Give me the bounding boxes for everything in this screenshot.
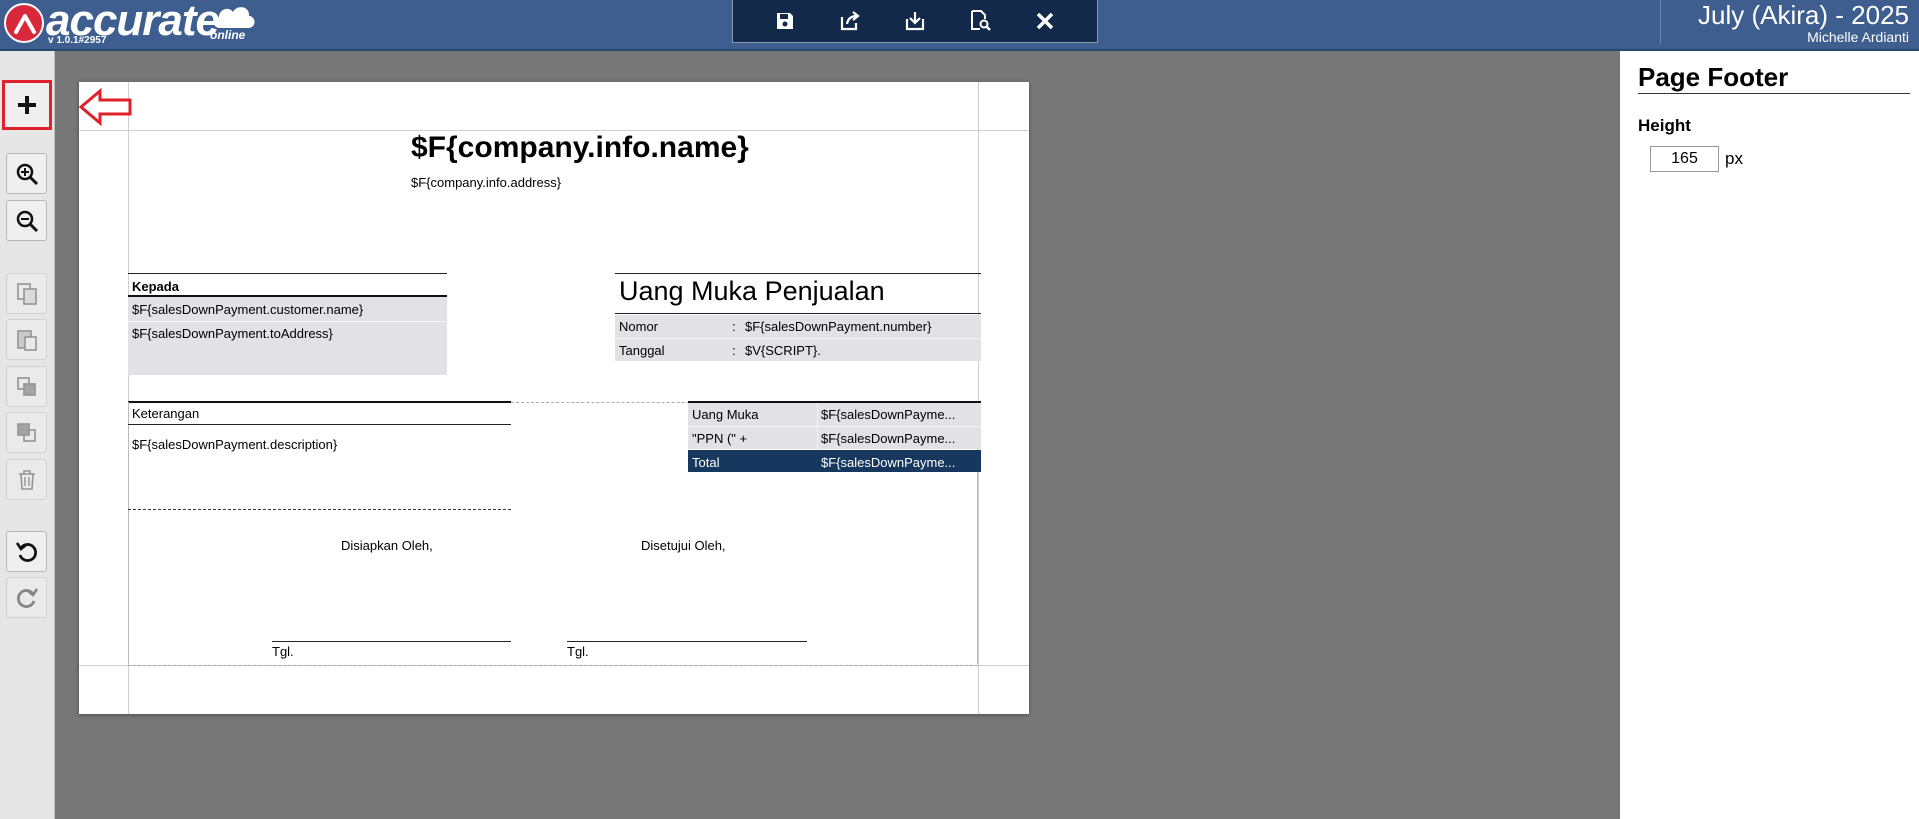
copy-button[interactable]	[6, 273, 47, 314]
summary-label-uang-muka[interactable]: Uang Muka	[692, 407, 812, 422]
zoom-out-button[interactable]	[6, 200, 47, 241]
zoom-out-icon	[16, 210, 38, 232]
delete-button[interactable]	[6, 459, 47, 500]
pointer-arrow-icon	[78, 88, 132, 126]
tanggal-label[interactable]: Tanggal	[619, 343, 665, 358]
close-button[interactable]	[1025, 3, 1065, 39]
summary-value-total[interactable]: $F{salesDownPayme...	[821, 455, 979, 470]
height-input[interactable]: 165	[1650, 146, 1719, 172]
footer-band-left-edge	[128, 402, 129, 664]
summary-label-ppn[interactable]: "PPN (" +	[692, 431, 812, 446]
user-name[interactable]: Michelle Ardianti	[1807, 29, 1909, 45]
left-toolbar	[0, 51, 55, 819]
import-button[interactable]	[895, 3, 935, 39]
summary-label-total[interactable]: Total	[692, 455, 812, 470]
to-address-field[interactable]: $F{salesDownPayment.toAddress}	[132, 326, 333, 341]
tanggal-value-field[interactable]: $V{SCRIPT}.	[745, 343, 821, 358]
description-field[interactable]: $F{salesDownPayment.description}	[132, 437, 337, 452]
header-divider	[1660, 0, 1661, 44]
summary-value-uang-muka[interactable]: $F{salesDownPayme...	[821, 407, 979, 422]
summary-row-divider	[688, 426, 981, 427]
download-icon	[905, 12, 925, 31]
properties-panel: Page Footer Height 165 px	[1620, 51, 1919, 819]
prepared-signature-line	[272, 641, 511, 642]
redo-button[interactable]	[6, 577, 47, 618]
export-button[interactable]	[830, 3, 870, 39]
title-bottom-line	[615, 313, 981, 314]
undo-icon	[15, 541, 37, 562]
document-title[interactable]: Uang Muka Penjualan	[619, 276, 885, 307]
approved-by-label[interactable]: Disetujui Oleh,	[641, 538, 726, 553]
trash-icon	[18, 469, 35, 490]
save-icon	[777, 13, 794, 29]
height-label: Height	[1638, 116, 1691, 135]
zoom-in-icon	[16, 163, 38, 185]
prepared-date-label[interactable]: Tgl.	[272, 644, 294, 659]
cloud-icon	[213, 7, 255, 29]
preview-icon	[970, 10, 991, 31]
designer-toolbar	[732, 0, 1098, 43]
keterangan-separator	[128, 424, 511, 425]
kepada-top-line	[128, 273, 447, 274]
company-name-field[interactable]: $F{company.info.name}	[411, 131, 749, 165]
paste-button[interactable]	[6, 319, 47, 360]
doc-info-divider	[615, 338, 981, 339]
company-address-field[interactable]: $F{company.info.address}	[411, 175, 561, 190]
top-bar: accurate online v 1.0.1#2957 July (Akira…	[0, 0, 1919, 51]
report-page[interactable]: $F{company.info.name} $F{company.info.ad…	[79, 82, 1029, 714]
nomor-value-field[interactable]: $F{salesDownPayment.number}	[745, 319, 931, 334]
bring-front-icon	[16, 376, 36, 396]
undo-button[interactable]	[6, 531, 47, 572]
height-unit: px	[1725, 149, 1743, 168]
kepada-label[interactable]: Kepada	[132, 279, 179, 294]
kepada-row-divider	[128, 321, 447, 322]
summary-value-ppn[interactable]: $F{salesDownPayme...	[821, 431, 979, 446]
period-label[interactable]: July (Akira) - 2025	[1698, 0, 1909, 31]
prepared-by-label[interactable]: Disiapkan Oleh,	[341, 538, 433, 553]
export-icon	[841, 11, 860, 31]
add-element-button[interactable]	[2, 80, 52, 130]
logo-mark-icon	[4, 3, 44, 43]
nomor-colon: :	[732, 319, 736, 334]
nomor-label[interactable]: Nomor	[619, 319, 658, 334]
panel-title: Page Footer	[1638, 62, 1789, 92]
close-icon	[1036, 12, 1053, 30]
keterangan-label[interactable]: Keterangan	[132, 406, 199, 421]
preview-button[interactable]	[960, 3, 1000, 39]
footer-band-bottom-edge	[128, 665, 978, 666]
redo-icon	[16, 587, 38, 608]
app-logo[interactable]: accurate online v 1.0.1#2957	[4, 0, 264, 48]
plus-icon	[18, 96, 36, 114]
panel-title-rule	[1638, 93, 1910, 94]
bring-to-front-button[interactable]	[6, 366, 47, 407]
right-margin-guide	[978, 82, 979, 714]
send-back-icon	[16, 422, 36, 442]
save-button[interactable]	[765, 3, 805, 39]
approved-date-label[interactable]: Tgl.	[567, 644, 589, 659]
copy-icon	[16, 282, 37, 305]
send-to-back-button[interactable]	[6, 412, 47, 453]
zoom-in-button[interactable]	[6, 153, 47, 194]
description-bottom-dash	[128, 509, 511, 510]
customer-name-field[interactable]: $F{salesDownPayment.customer.name}	[132, 302, 363, 317]
tanggal-colon: :	[732, 343, 736, 358]
approved-signature-line	[567, 641, 807, 642]
logo-subtext: online	[210, 28, 246, 42]
title-top-line	[615, 273, 981, 274]
version-label: v 1.0.1#2957	[48, 35, 107, 46]
keterangan-top-line	[128, 401, 511, 403]
paste-icon	[16, 329, 37, 351]
